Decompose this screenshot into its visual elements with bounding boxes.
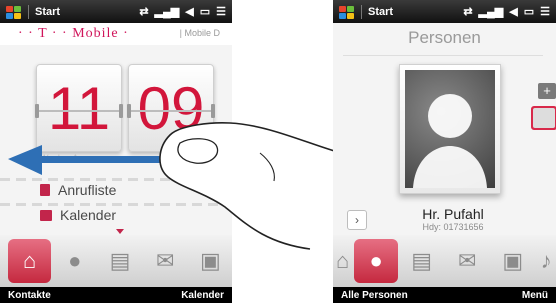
softkey-left[interactable]: Alle Personen	[341, 290, 408, 301]
menu-icon[interactable]: ☰	[540, 5, 550, 18]
sync-icon[interactable]: ⇄	[463, 5, 472, 18]
mail-icon[interactable]: ✉	[144, 239, 187, 283]
softkey-bar: Alle Personen Menü	[333, 287, 556, 303]
home-icon[interactable]: ⌂	[8, 239, 52, 283]
person-icon[interactable]: ●	[53, 239, 96, 283]
volume-icon[interactable]: ◀	[185, 5, 193, 18]
right-phone-screen: Start ⇄ ▂▄▆ ◀ ▭ ☰ Personen + › Hr. Pufah…	[333, 0, 556, 303]
status-title[interactable]: Start	[35, 6, 139, 18]
softkey-bar: Kontakte Kalender	[0, 287, 232, 303]
messages-icon[interactable]: ▤	[400, 239, 444, 283]
clock-hours-card[interactable]: 11	[35, 64, 123, 152]
divider	[343, 55, 543, 56]
windows-start-icon[interactable]	[337, 4, 357, 20]
menu-item-call-history[interactable]: Anrufliste	[40, 182, 116, 198]
tab-bar: ⌂ ● ▤ ✉ ▣ ♪	[333, 235, 556, 287]
messages-icon[interactable]: ▤	[98, 239, 141, 283]
contact-photo[interactable]	[399, 64, 501, 194]
status-bar: Start ⇄ ▂▄▆ ◀ ▭ ☰	[333, 0, 556, 23]
swipe-left-arrow-icon	[8, 145, 164, 175]
softkey-left[interactable]: Kontakte	[8, 290, 51, 301]
camera-icon[interactable]: ▣	[491, 239, 535, 283]
menu-item-calendar[interactable]: Kalender	[40, 207, 116, 223]
mail-icon[interactable]: ✉	[445, 239, 489, 283]
phone-icon	[40, 184, 50, 196]
page-title: Personen	[408, 28, 481, 47]
menu-icon[interactable]: ☰	[216, 5, 226, 18]
contact-name: Hr. Pufahl	[422, 206, 484, 222]
volume-icon[interactable]: ◀	[509, 5, 517, 18]
sync-icon[interactable]: ⇄	[139, 5, 148, 18]
battery-icon[interactable]: ▭	[200, 5, 210, 18]
signal-icon[interactable]: ▂▄▆	[479, 5, 504, 18]
contact-phone: Hdy: 01731656	[422, 222, 484, 232]
windows-start-icon[interactable]	[4, 4, 24, 20]
person-icon[interactable]: ●	[354, 239, 398, 283]
person-silhouette-icon	[413, 94, 487, 188]
carrier-banner: · · T · · Mobile · | Mobile D	[0, 23, 232, 45]
clock-minutes-card[interactable]: 09	[127, 64, 215, 152]
calendar-icon	[40, 209, 52, 221]
softkey-right[interactable]: Kalender	[181, 290, 224, 301]
home-icon[interactable]: ⌂	[333, 239, 352, 283]
carrier-name: | Mobile D	[179, 28, 220, 38]
music-icon[interactable]: ♪	[537, 239, 556, 283]
tab-bar: ⌂ ● ▤ ✉ ▣	[0, 235, 232, 287]
divider	[0, 203, 232, 206]
tmobile-logo: · · T · · Mobile ·	[18, 26, 129, 41]
divider	[0, 178, 232, 181]
softkey-right[interactable]: Menü	[522, 290, 548, 301]
signal-icon[interactable]: ▂▄▆	[155, 5, 180, 18]
add-contact-button[interactable]: +	[538, 83, 556, 99]
battery-icon[interactable]: ▭	[524, 5, 534, 18]
clock-hours: 11	[47, 75, 111, 142]
stage: Start ⇄ ▂▄▆ ◀ ▭ ☰ · · T · · Mobile · | M…	[0, 0, 556, 303]
status-bar: Start ⇄ ▂▄▆ ◀ ▭ ☰	[0, 0, 232, 23]
camera-icon[interactable]: ▣	[189, 239, 232, 283]
menu-item-label: Anrufliste	[58, 182, 117, 198]
chevron-down-icon[interactable]	[116, 229, 124, 234]
status-title[interactable]: Start	[368, 6, 463, 18]
contact-thumbnail[interactable]	[531, 106, 556, 130]
clock-minutes: 09	[137, 75, 205, 142]
left-phone-screen: Start ⇄ ▂▄▆ ◀ ▭ ☰ · · T · · Mobile · | M…	[0, 0, 232, 303]
next-contact-button[interactable]: ›	[347, 210, 367, 230]
menu-item-label: Kalender	[60, 207, 117, 223]
